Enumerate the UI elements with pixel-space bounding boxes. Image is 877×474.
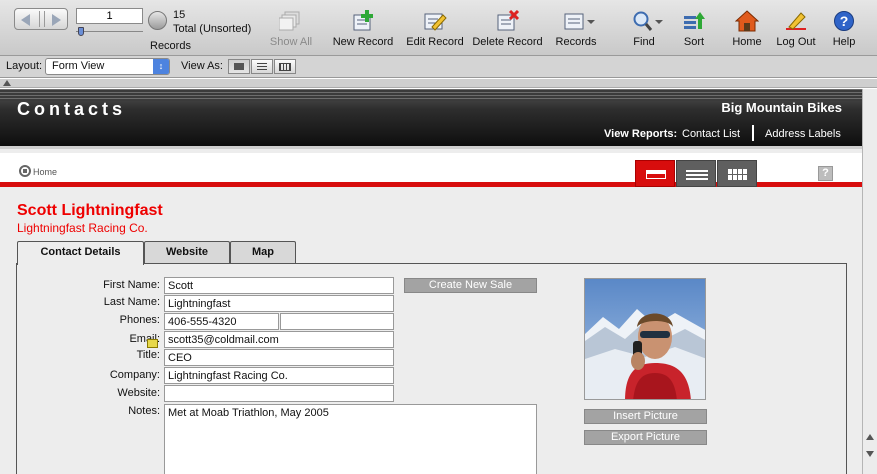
report-contact-list-link[interactable]: Contact List [682,128,740,140]
help-button[interactable]: ? Help [830,10,858,50]
email-field[interactable]: scott35@coldmail.com [164,331,394,348]
tab-website[interactable]: Website [144,241,230,264]
log-out-icon [784,10,808,32]
create-new-sale-button[interactable]: Create New Sale [404,278,537,293]
form-view-toggle[interactable] [635,160,675,187]
form-content: Contacts Big Mountain Bikes View Reports… [0,89,862,474]
record-count: 15 [173,9,186,21]
send-email-icon[interactable] [147,339,158,348]
view-as-list-button[interactable] [251,59,273,74]
home-button[interactable]: Home [730,10,764,50]
delete-record-icon [496,9,520,32]
nav-band: Home ? [0,153,862,187]
home-circle-icon[interactable] [19,165,31,177]
view-as-table-button[interactable] [274,59,296,74]
new-record-button[interactable]: New Record [332,10,394,50]
log-out-button[interactable]: Log Out [775,10,817,50]
report-address-labels-link[interactable]: Address Labels [765,128,841,140]
svg-text:?: ? [840,13,849,29]
found-set-pie-icon [148,11,167,30]
previous-record-icon[interactable] [21,14,30,26]
records-label: Records [150,40,191,52]
record-number-input[interactable] [76,8,143,24]
collapse-triangle-icon[interactable] [3,80,11,86]
website-label: Website: [117,387,160,399]
delete-record-button[interactable]: Delete Record [472,9,543,50]
show-all-button[interactable]: Show All [268,10,314,50]
edit-record-icon [423,10,447,32]
first-name-field[interactable]: Scott [164,277,394,294]
notes-label: Notes: [128,405,160,417]
scroll-up-arrow-icon[interactable] [866,434,874,440]
layout-dropdown[interactable]: Form View ↕ [45,58,170,75]
find-button[interactable]: Find [626,10,663,50]
company-name: Big Mountain Bikes [721,100,842,115]
dropdown-arrows-icon: ↕ [153,59,169,74]
home-link[interactable]: Home [33,167,57,177]
tab-map[interactable]: Map [230,241,296,264]
view-as-form-button[interactable] [228,59,250,74]
edit-record-button[interactable]: Edit Record [405,10,465,50]
export-picture-button[interactable]: Export Picture [584,430,707,445]
vertical-scrollbar[interactable] [862,89,877,474]
view-as-label: View As: [181,60,223,72]
help-icon: ? [832,10,856,32]
contact-full-name: Scott Lightningfast [17,202,163,219]
view-reports-label: View Reports: [604,128,678,140]
records-menu-button[interactable]: Records [553,10,599,50]
last-name-label: Last Name: [103,296,160,308]
company-label: Company: [109,369,160,381]
report-divider [752,125,754,141]
notes-field[interactable]: Met at Moab Triathlon, May 2005 [164,404,537,474]
table-view-toggle[interactable] [717,160,757,187]
magnifier-icon [632,10,663,32]
toolbar-collapse-bar[interactable] [0,79,877,88]
phone-primary-field[interactable]: 406-555-4320 [164,313,279,330]
house-icon [734,10,760,32]
insert-picture-button[interactable]: Insert Picture [584,409,707,424]
records-menu-icon [564,10,595,32]
record-slider-thumb[interactable] [78,27,84,36]
company-field[interactable]: Lightningfast Racing Co. [164,367,394,384]
phones-label: Phones: [119,314,160,326]
form-view-icon [234,63,244,70]
website-field[interactable] [164,385,394,402]
contact-photo [584,278,706,400]
help-question-button[interactable]: ? [818,166,833,181]
sort-button[interactable]: Sort [680,10,708,50]
status-toolbar: 15 Total (Unsorted) Records Show All New… [0,0,877,56]
table-view-icon [279,63,291,71]
record-slider[interactable] [76,31,143,36]
tab-contact-details[interactable]: Contact Details [17,241,144,265]
layout-label: Layout: [6,60,43,72]
list-view-toggle[interactable] [676,160,716,187]
next-record-icon[interactable] [52,14,61,26]
new-record-icon [351,10,375,32]
sort-icon [682,10,706,32]
last-name-field[interactable]: Lightningfast [164,295,394,312]
show-all-icon [278,10,303,32]
phone-secondary-field[interactable] [280,313,394,330]
scroll-down-arrow-icon[interactable] [866,451,874,457]
first-name-label: First Name: [103,279,160,291]
layout-bar: Layout: Form View ↕ View As: [0,56,877,78]
title-field[interactable]: CEO [164,349,394,366]
title-label: Title: [136,349,160,361]
header-band: Contacts Big Mountain Bikes View Reports… [0,89,862,149]
contact-company-heading: Lightningfast Racing Co. [17,221,148,235]
page-title: Contacts [17,99,127,119]
sort-status: Total (Unsorted) [173,23,252,35]
record-navigator-book[interactable] [14,8,68,30]
